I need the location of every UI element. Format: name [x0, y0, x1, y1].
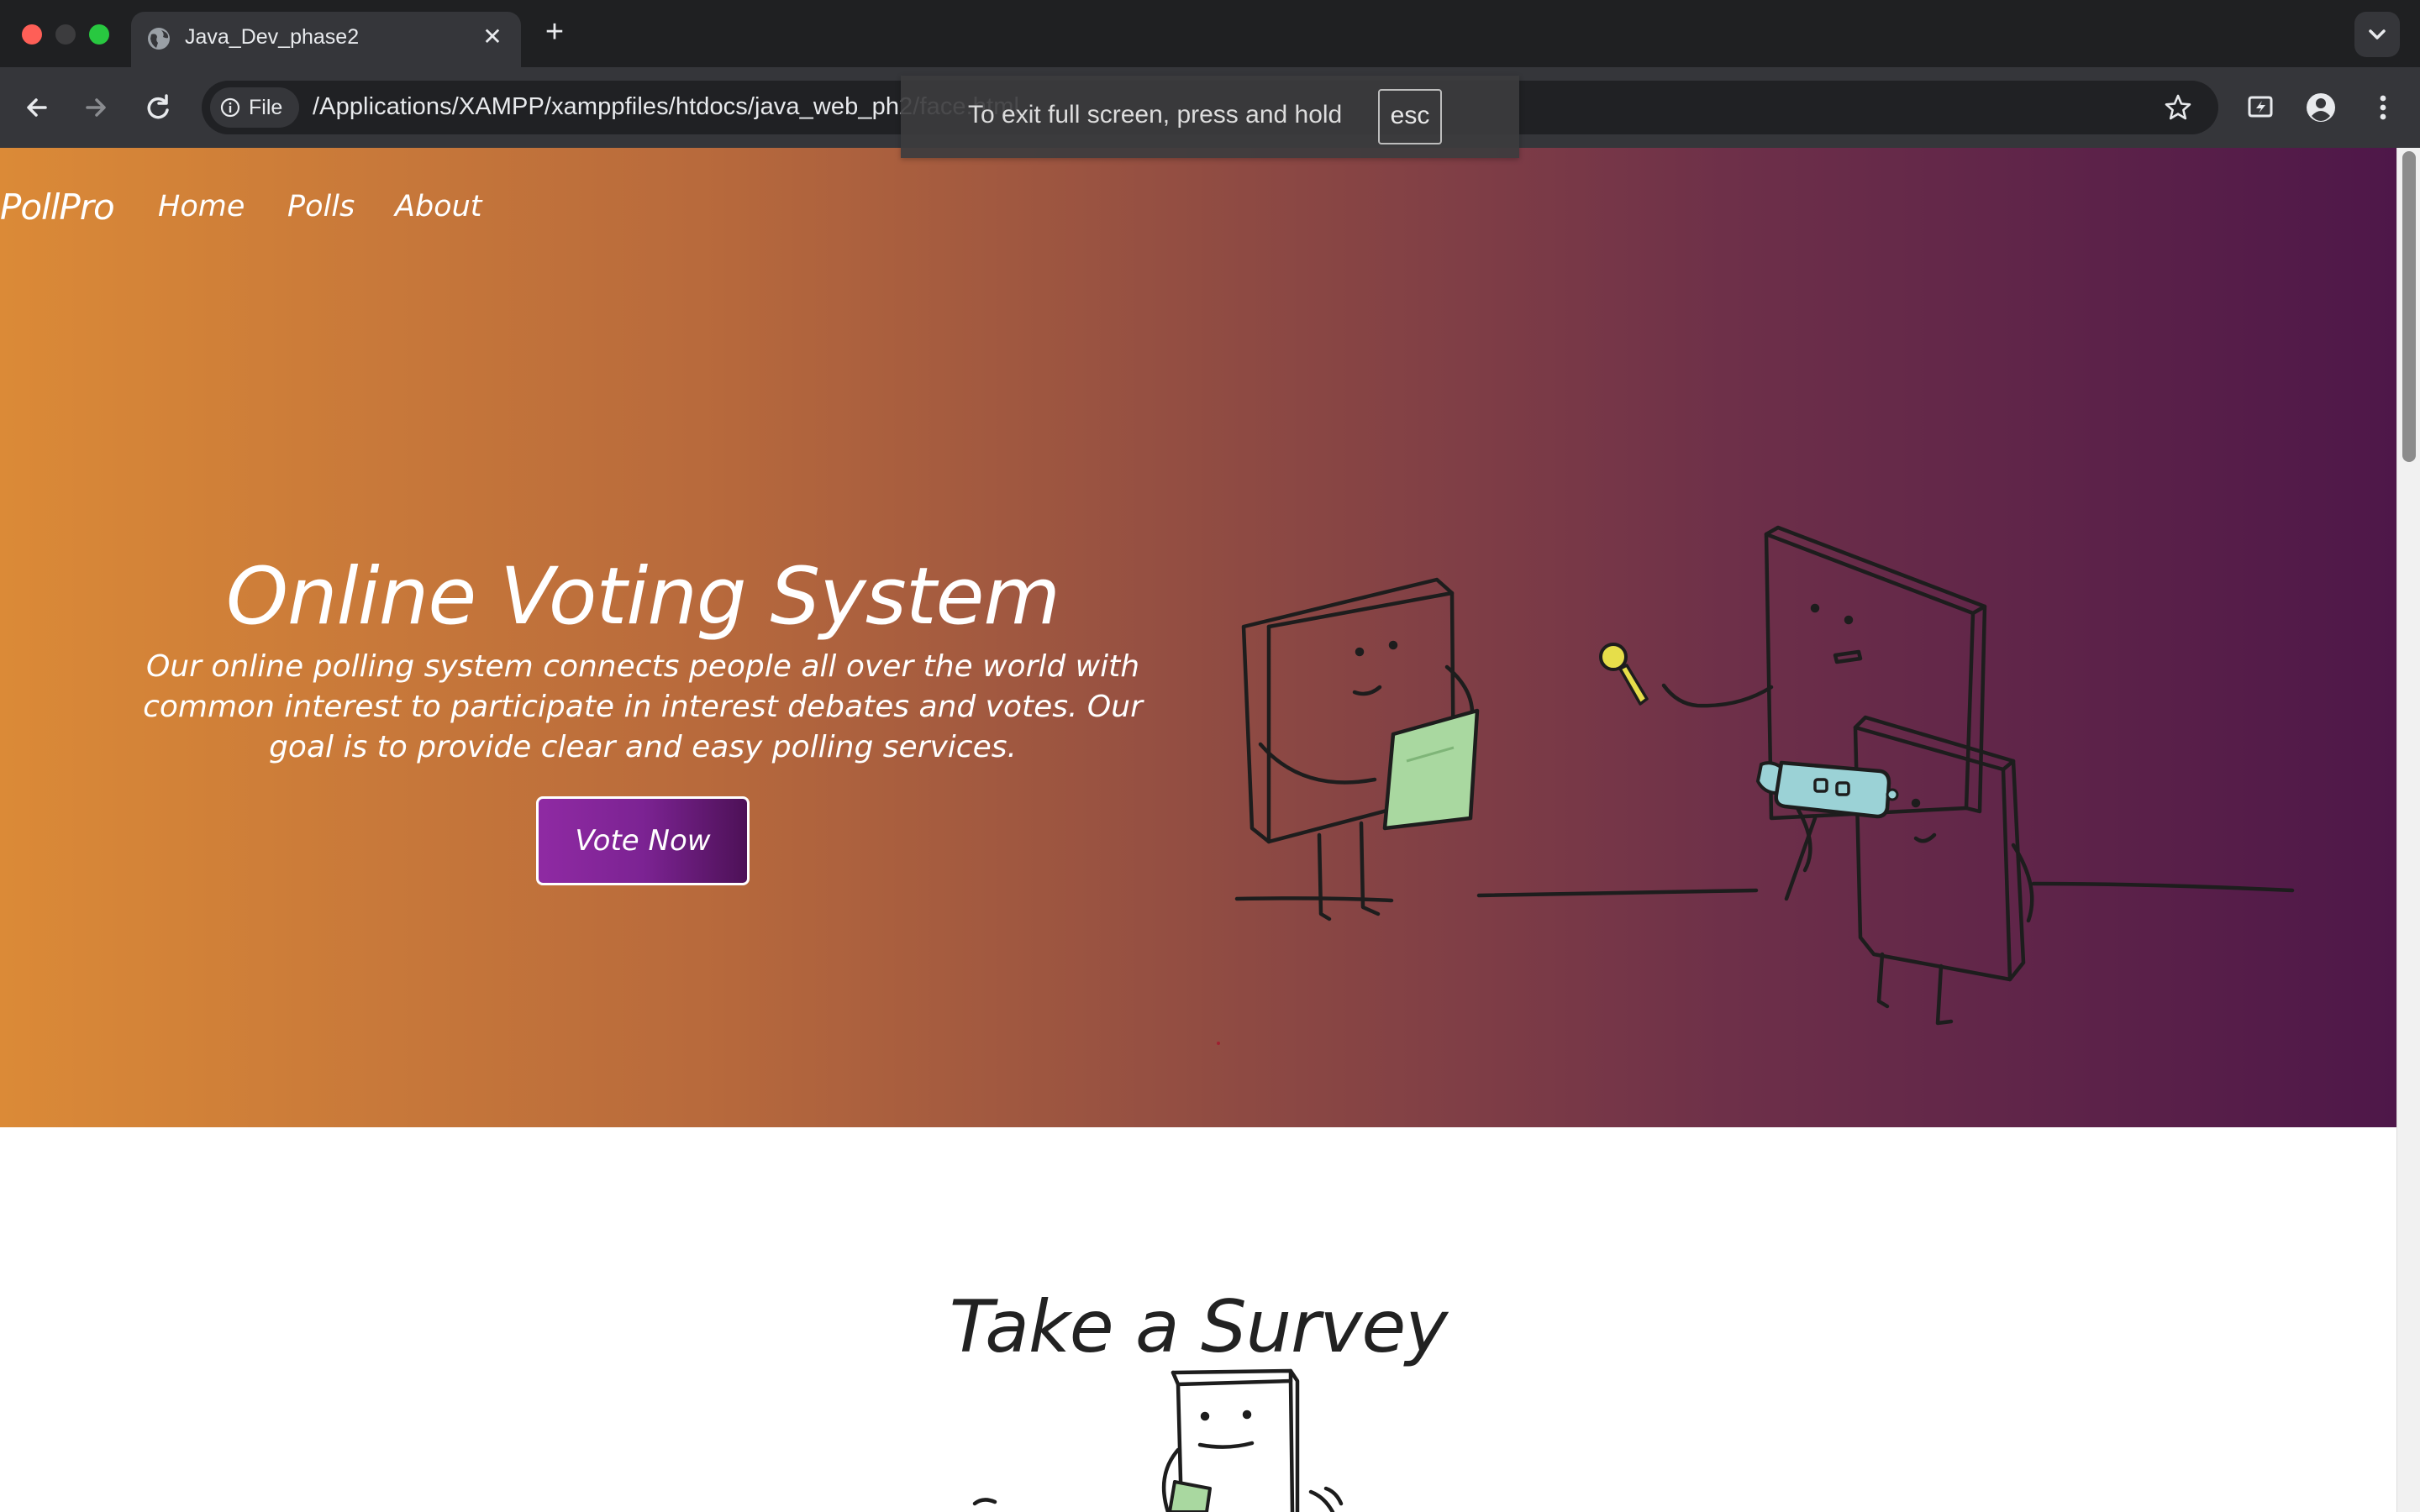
new-tab-button[interactable]: + — [538, 15, 571, 49]
stray-dot — [1217, 1042, 1220, 1045]
page-viewport: PollPro Home Polls About Online Voting S… — [0, 148, 2420, 1512]
survey-character-illustration — [972, 1368, 1344, 1512]
hero-description: Our online polling system connects peopl… — [143, 649, 1143, 764]
fullscreen-window-button[interactable] — [89, 24, 109, 45]
info-icon — [220, 97, 240, 118]
fullscreen-notice-text: To exit full screen, press and hold — [968, 101, 1343, 129]
tab-close-icon[interactable]: ✕ — [479, 24, 506, 50]
profile-avatar-icon[interactable] — [2301, 87, 2341, 128]
reload-icon[interactable] — [138, 87, 178, 128]
hero-title: Online Voting System — [225, 551, 1060, 643]
back-arrow-icon[interactable] — [17, 87, 57, 128]
more-menu-icon[interactable] — [2363, 87, 2403, 128]
survey-section-title: Take a Survey — [949, 1285, 1448, 1369]
tab-search-button[interactable] — [2354, 12, 2400, 57]
minimize-window-button[interactable] — [55, 24, 76, 45]
brand-logo[interactable]: PollPro — [0, 186, 115, 228]
close-window-button[interactable] — [22, 24, 42, 45]
fullscreen-exit-notice: To exit full screen, press and hold esc — [901, 76, 1519, 158]
site-chip-label: File — [249, 96, 283, 119]
chevron-down-icon — [2369, 29, 2386, 39]
scrollbar-thumb[interactable] — [2402, 151, 2416, 462]
nav-link-polls[interactable]: Polls — [287, 190, 355, 223]
browser-tab-strip: Java_Dev_phase2 ✕ + — [0, 0, 2420, 67]
performance-icon[interactable] — [2240, 87, 2281, 128]
vote-now-button[interactable]: Vote Now — [536, 796, 750, 885]
bookmark-star-icon[interactable] — [2163, 92, 2193, 123]
nav-link-home[interactable]: Home — [158, 190, 245, 223]
forward-arrow-icon[interactable] — [76, 87, 116, 128]
browser-tab-active[interactable]: Java_Dev_phase2 ✕ — [131, 12, 521, 67]
interview-characters-illustration — [1234, 525, 2295, 1026]
nav-link-about[interactable]: About — [395, 190, 481, 223]
page-scrollbar[interactable] — [2396, 148, 2420, 1512]
hero-section: PollPro Home Polls About Online Voting S… — [0, 148, 2396, 1127]
site-info-chip[interactable]: File — [210, 87, 299, 128]
tab-title: Java_Dev_phase2 — [185, 25, 360, 49]
globe-icon — [148, 28, 170, 50]
esc-key-label: esc — [1378, 89, 1442, 144]
